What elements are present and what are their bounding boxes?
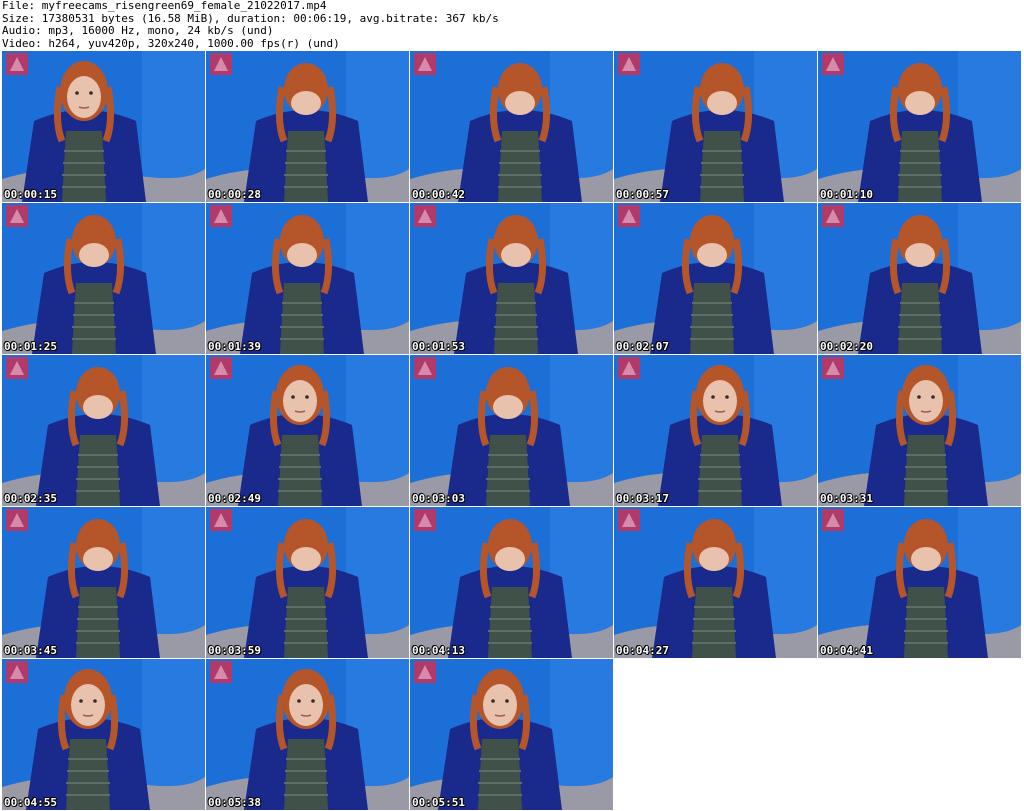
- video-thumbnail[interactable]: 00:02:35: [2, 355, 205, 506]
- video-thumbnail[interactable]: 00:05:51: [410, 659, 613, 810]
- thumbnail-timestamp: 00:03:31: [820, 492, 873, 505]
- thumbnail-timestamp: 00:00:57: [616, 188, 669, 201]
- thumbnail-timestamp: 00:01:39: [208, 340, 261, 353]
- video-thumbnail[interactable]: 00:03:31: [818, 355, 1021, 506]
- thumbnail-timestamp: 00:02:07: [616, 340, 669, 353]
- video-thumbnail[interactable]: 00:04:41: [818, 507, 1021, 658]
- thumbnail-frame-image: [2, 203, 205, 354]
- thumbnail-timestamp: 00:00:28: [208, 188, 261, 201]
- thumbnail-frame-image: [2, 51, 205, 202]
- thumbnail-frame-image: [818, 507, 1021, 658]
- thumbnail-timestamp: 00:04:13: [412, 644, 465, 657]
- video-thumbnail[interactable]: 00:04:13: [410, 507, 613, 658]
- thumbnail-frame-image: [410, 203, 613, 354]
- file-name-line: File: myfreecams_risengreen69_female_210…: [2, 0, 327, 12]
- thumbnail-timestamp: 00:04:41: [820, 644, 873, 657]
- video-thumbnail[interactable]: 00:02:20: [818, 203, 1021, 354]
- video-info-line: Video: h264, yuv420p, 320x240, 1000.00 f…: [2, 36, 340, 50]
- thumbnail-timestamp: 00:03:17: [616, 492, 669, 505]
- thumbnail-frame-image: [614, 51, 817, 202]
- thumbnail-frame-image: [614, 355, 817, 506]
- audio-info-line: Audio: mp3, 16000 Hz, mono, 24 kb/s (und…: [2, 24, 274, 37]
- thumbnail-timestamp: 00:02:49: [208, 492, 261, 505]
- video-thumbnail[interactable]: 00:05:38: [206, 659, 409, 810]
- video-thumbnail[interactable]: 00:01:53: [410, 203, 613, 354]
- thumbnail-timestamp: 00:03:59: [208, 644, 261, 657]
- thumbnail-timestamp: 00:05:38: [208, 796, 261, 809]
- thumbnail-grid: 00:00:15 00:00:28 00:00:42 00:00:57 00:01:10…: [2, 51, 1021, 810]
- thumbnail-frame-image: [818, 203, 1021, 354]
- video-thumbnail[interactable]: 00:00:42: [410, 51, 613, 202]
- thumbnail-timestamp: 00:02:20: [820, 340, 873, 353]
- thumbnail-timestamp: 00:03:03: [412, 492, 465, 505]
- thumbnail-frame-image: [206, 507, 409, 658]
- video-thumbnail[interactable]: 00:00:15: [2, 51, 205, 202]
- thumbnail-frame-image: [614, 507, 817, 658]
- video-thumbnail[interactable]: 00:04:27: [614, 507, 817, 658]
- thumbnail-timestamp: 00:03:45: [4, 644, 57, 657]
- video-thumbnail[interactable]: 00:03:03: [410, 355, 613, 506]
- thumbnail-frame-image: [206, 355, 409, 506]
- video-thumbnail[interactable]: 00:02:49: [206, 355, 409, 506]
- thumbnail-frame-image: [2, 507, 205, 658]
- thumbnail-timestamp: 00:05:51: [412, 796, 465, 809]
- thumbnail-timestamp: 00:02:35: [4, 492, 57, 505]
- thumbnail-frame-image: [614, 203, 817, 354]
- thumbnail-frame-image: [410, 659, 613, 810]
- thumbnail-frame-image: [2, 659, 205, 810]
- thumbnail-timestamp: 00:01:53: [412, 340, 465, 353]
- video-info-header: File: myfreecams_risengreen69_female_210…: [2, 0, 1022, 50]
- thumbnail-frame-image: [818, 51, 1021, 202]
- thumbnail-frame-image: [206, 51, 409, 202]
- thumbnail-timestamp: 00:04:27: [616, 644, 669, 657]
- thumbnail-timestamp: 00:04:55: [4, 796, 57, 809]
- video-thumbnail[interactable]: 00:03:59: [206, 507, 409, 658]
- thumbnail-frame-image: [206, 659, 409, 810]
- video-thumbnail[interactable]: 00:01:25: [2, 203, 205, 354]
- thumbnail-timestamp: 00:00:42: [412, 188, 465, 201]
- thumbnail-frame-image: [206, 203, 409, 354]
- thumbnail-timestamp: 00:00:15: [4, 188, 57, 201]
- video-thumbnail[interactable]: 00:03:45: [2, 507, 205, 658]
- thumbnail-frame-image: [410, 507, 613, 658]
- thumbnail-timestamp: 00:01:25: [4, 340, 57, 353]
- video-thumbnail[interactable]: 00:01:39: [206, 203, 409, 354]
- video-thumbnail[interactable]: 00:01:10: [818, 51, 1021, 202]
- thumbnail-frame-image: [410, 51, 613, 202]
- thumbnail-timestamp: 00:01:10: [820, 188, 873, 201]
- video-thumbnail[interactable]: 00:04:55: [2, 659, 205, 810]
- video-thumbnail[interactable]: 00:02:07: [614, 203, 817, 354]
- video-thumbnail[interactable]: 00:00:28: [206, 51, 409, 202]
- video-thumbnail[interactable]: 00:00:57: [614, 51, 817, 202]
- video-thumbnail[interactable]: 00:03:17: [614, 355, 817, 506]
- thumbnail-frame-image: [2, 355, 205, 506]
- thumbnail-frame-image: [818, 355, 1021, 506]
- thumbnail-frame-image: [410, 355, 613, 506]
